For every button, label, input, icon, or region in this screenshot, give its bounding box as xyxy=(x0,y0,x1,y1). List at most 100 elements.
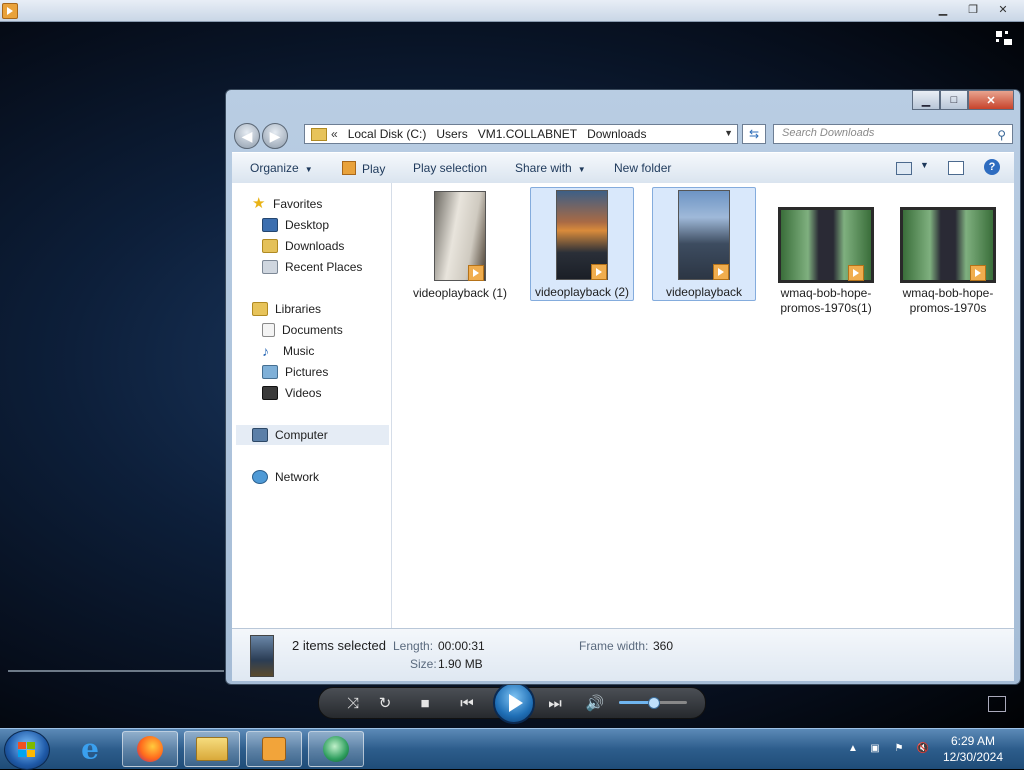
stop-icon[interactable]: ■ xyxy=(415,694,435,712)
star-icon: ★ xyxy=(252,195,266,212)
share-with-label: Share with xyxy=(515,161,572,175)
previous-icon[interactable]: ⏮ xyxy=(457,694,477,712)
nav-favorites-label: Favorites xyxy=(273,197,323,211)
command-bar: Organize ▼ Play Play selection Share with… xyxy=(232,152,1014,184)
network-status-icon[interactable]: ▣ xyxy=(868,741,882,755)
maximize-button[interactable]: □ xyxy=(940,90,968,110)
file-name: videoplayback xyxy=(665,285,743,299)
shuffle-icon[interactable]: ⤨ xyxy=(343,694,363,712)
nav-network[interactable]: Network xyxy=(252,468,319,486)
file-item[interactable]: wmaq-bob-hope-promos-1970s xyxy=(896,189,1000,315)
player-minimize-button[interactable]: ▁ xyxy=(928,0,958,18)
taskbar-windows-media-player[interactable] xyxy=(308,731,364,767)
share-with-menu[interactable]: Share with ▼ xyxy=(515,161,586,175)
taskbar-media-player[interactable] xyxy=(246,731,302,767)
documents-icon xyxy=(262,323,275,337)
help-icon[interactable]: ? xyxy=(984,159,1000,175)
chevron-down-icon[interactable]: ▼ xyxy=(724,128,733,138)
folder-icon xyxy=(311,127,327,141)
play-selection-button[interactable]: Play selection xyxy=(413,161,487,175)
breadcrumb-user-folder[interactable]: VM1.COLLABNET xyxy=(478,127,577,141)
nav-network-label: Network xyxy=(275,470,320,484)
seek-bar[interactable] xyxy=(8,670,224,672)
nav-downloads[interactable]: Downloads xyxy=(262,237,344,255)
clock[interactable]: 6:29 AM 12/30/2024 xyxy=(936,733,1010,765)
switch-to-library-icon[interactable] xyxy=(994,29,1014,47)
nav-favorites[interactable]: ★ Favorites xyxy=(252,195,322,213)
pictures-icon xyxy=(262,365,278,379)
nav-music[interactable]: ♪ Music xyxy=(262,342,314,360)
windows-media-player-icon xyxy=(323,736,349,762)
forward-button[interactable]: ▶ xyxy=(262,123,288,149)
start-button[interactable] xyxy=(4,730,50,770)
nav-downloads-label: Downloads xyxy=(285,239,345,253)
show-hidden-icons-icon[interactable]: ▲ xyxy=(846,741,860,755)
full-screen-icon[interactable] xyxy=(988,696,1006,712)
nav-libraries[interactable]: Libraries xyxy=(252,300,321,318)
breadcrumb-local-disk[interactable]: Local Disk (C:) xyxy=(348,127,427,141)
action-center-flag-icon[interactable]: ⚑ xyxy=(892,741,906,755)
computer-icon xyxy=(252,428,268,442)
taskbar-explorer[interactable] xyxy=(184,731,240,767)
nav-computer[interactable]: Computer xyxy=(252,426,328,444)
back-button[interactable]: ◀ xyxy=(234,123,260,149)
nav-recent-places[interactable]: Recent Places xyxy=(262,258,362,276)
player-restore-button[interactable]: ❐ xyxy=(958,0,988,18)
play-button-toolbar[interactable]: Play xyxy=(342,161,385,176)
file-name: videoplayback (1) xyxy=(412,286,508,300)
volume-thumb[interactable] xyxy=(648,697,660,709)
player-close-button[interactable]: ✕ xyxy=(988,0,1018,18)
new-folder-button[interactable]: New folder xyxy=(614,161,671,175)
breadcrumb-overflow[interactable]: « xyxy=(331,127,338,141)
video-play-badge-icon xyxy=(713,264,729,280)
file-item[interactable]: videoplayback (1) xyxy=(408,189,512,303)
search-input[interactable]: Search Downloads ⚲ xyxy=(773,124,1013,144)
file-item-selected[interactable]: videoplayback xyxy=(652,187,756,301)
repeat-icon[interactable]: ↻ xyxy=(375,694,395,712)
file-name: wmaq-bob-hope-promos-1970s(1) xyxy=(780,286,872,315)
play-button[interactable] xyxy=(493,682,535,724)
video-play-badge-icon xyxy=(591,264,607,280)
media-player-icon xyxy=(262,737,286,761)
volume-slider[interactable] xyxy=(619,697,687,709)
change-view-icon[interactable] xyxy=(896,162,912,175)
navigation-pane: ★ Favorites Desktop Downloads Recent Pla… xyxy=(232,183,392,628)
nav-desktop[interactable]: Desktop xyxy=(262,216,329,234)
file-list: videoplayback (1) videoplayback (2) vide… xyxy=(392,183,1014,628)
nav-documents-label: Documents xyxy=(282,323,343,337)
video-play-badge-icon xyxy=(848,265,864,281)
close-button[interactable]: ✕ xyxy=(968,90,1014,110)
music-icon: ♪ xyxy=(262,343,269,359)
mute-icon[interactable]: 🔊 xyxy=(585,694,605,712)
recent-places-icon xyxy=(262,260,278,274)
search-icon[interactable]: ⚲ xyxy=(997,128,1006,142)
chevron-down-icon[interactable]: ▼ xyxy=(920,160,929,170)
taskbar-firefox[interactable] xyxy=(122,731,178,767)
taskbar-internet-explorer[interactable]: e xyxy=(62,731,118,767)
address-bar[interactable]: « Local Disk (C:) Users VM1.COLLABNET Do… xyxy=(304,124,738,144)
minimize-button[interactable]: ▁ xyxy=(912,90,940,110)
chevron-down-icon: ▼ xyxy=(577,165,586,174)
nav-pictures[interactable]: Pictures xyxy=(262,363,328,381)
clock-time: 6:29 AM xyxy=(950,734,996,748)
file-item-selected[interactable]: videoplayback (2) xyxy=(530,187,634,301)
preview-pane-icon[interactable] xyxy=(948,161,964,175)
explorer-window: ▁ □ ✕ ◀ ▶ « Local Disk (C:) Users VM1.CO… xyxy=(225,89,1021,685)
selection-thumbnail xyxy=(250,635,274,677)
nav-documents[interactable]: Documents xyxy=(262,321,343,339)
nav-videos-label: Videos xyxy=(285,386,322,400)
media-player-titlebar: ▁ ❐ ✕ xyxy=(0,0,1024,22)
breadcrumb-downloads[interactable]: Downloads xyxy=(587,127,646,141)
refresh-button[interactable]: ⇆ xyxy=(742,124,766,144)
next-icon[interactable]: ⏭ xyxy=(545,694,565,712)
volume-muted-icon[interactable]: 🔇 xyxy=(916,741,930,755)
organize-menu[interactable]: Organize ▼ xyxy=(250,161,313,175)
player-controls: ⤨ ↻ ■ ⏮ ⏭ 🔊 xyxy=(318,682,706,724)
clock-date: 12/30/2024 xyxy=(942,750,1004,764)
length-value: 00:00:31 xyxy=(438,639,485,653)
nav-music-label: Music xyxy=(283,344,315,358)
details-pane: 2 items selected Length: 00:00:31 Size: … xyxy=(232,628,1014,681)
breadcrumb-users[interactable]: Users xyxy=(436,127,467,141)
nav-videos[interactable]: Videos xyxy=(262,384,321,402)
file-item[interactable]: wmaq-bob-hope-promos-1970s(1) xyxy=(774,189,878,315)
